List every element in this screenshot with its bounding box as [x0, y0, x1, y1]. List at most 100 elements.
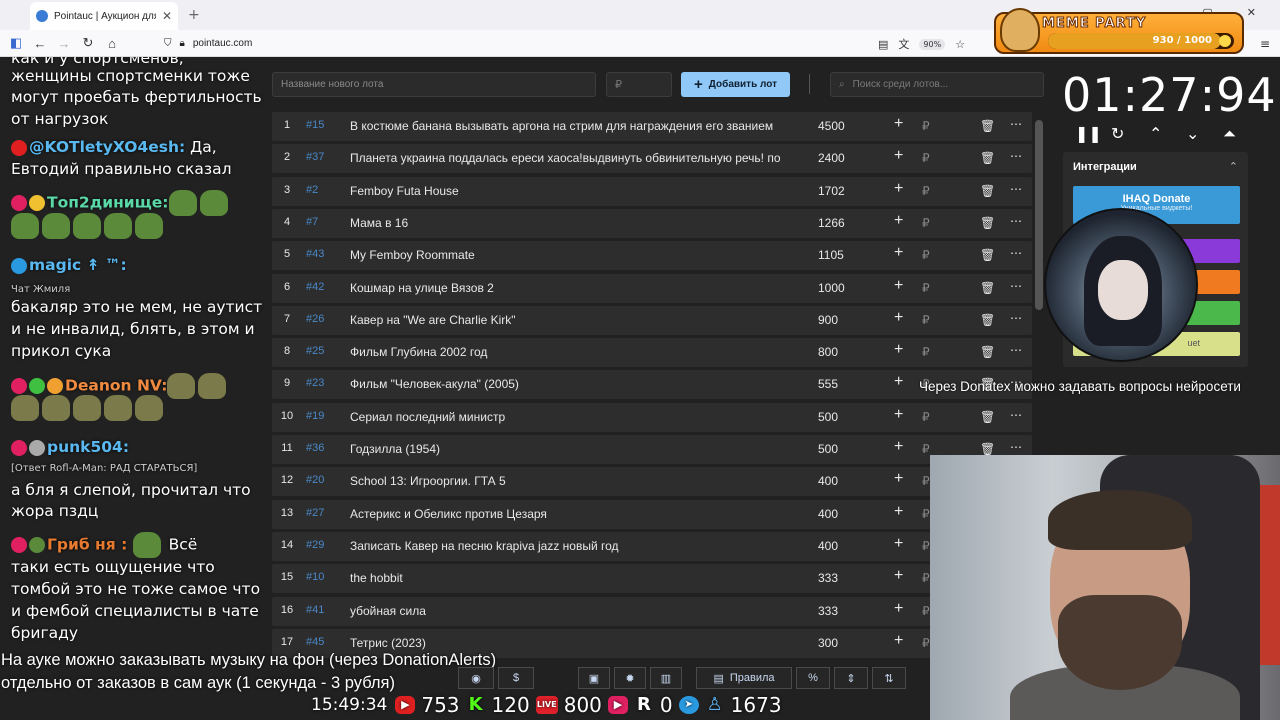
- lot-id[interactable]: #29: [306, 539, 324, 551]
- lot-search-input[interactable]: ⌕ Поиск среди лотов...: [830, 72, 1044, 97]
- chat-nickname[interactable]: Deanon NV:: [65, 377, 167, 395]
- pause-icon[interactable]: ❚❚: [1075, 124, 1102, 143]
- lot-row[interactable]: 11 #36 Годзилла (1954) 500 + ₽ 🗑 ⋯: [272, 435, 1032, 464]
- ruble-icon[interactable]: ₽: [922, 474, 930, 488]
- github-button[interactable]: ◉: [458, 667, 494, 689]
- rules-button[interactable]: ▤ Правила: [696, 667, 792, 689]
- more-options-icon[interactable]: ⋯: [1010, 408, 1022, 422]
- more-options-icon[interactable]: ⋯: [1010, 117, 1022, 131]
- lot-name[interactable]: Фильм Глубина 2002 год: [350, 345, 790, 359]
- trash-icon[interactable]: 🗑: [980, 410, 995, 424]
- lot-name[interactable]: the hobbit: [350, 571, 790, 585]
- save-button[interactable]: ▣: [578, 667, 610, 689]
- lot-amount[interactable]: 900: [818, 313, 838, 327]
- add-amount-icon[interactable]: +: [894, 341, 903, 359]
- chat-nickname[interactable]: Топ2динище:: [47, 194, 169, 212]
- subtract-time-icon[interactable]: ⌄: [1186, 124, 1199, 143]
- add-amount-icon[interactable]: +: [894, 277, 903, 295]
- lot-id[interactable]: #19: [306, 410, 324, 422]
- lot-name[interactable]: убойная сила: [350, 604, 790, 618]
- zoom-level[interactable]: 90%: [919, 38, 946, 50]
- chat-nickname[interactable]: punk504:: [47, 438, 129, 456]
- ruble-icon[interactable]: ₽: [922, 507, 930, 521]
- lot-id[interactable]: #42: [306, 281, 324, 293]
- trash-icon[interactable]: 🗑: [980, 248, 995, 262]
- donate-button[interactable]: $: [498, 667, 534, 689]
- trash-icon[interactable]: 🗑: [980, 345, 995, 359]
- lot-row[interactable]: 12#20School 13: Игрооргии. ГТА 5400+₽🗑⋯: [272, 467, 1032, 497]
- lot-name[interactable]: Астерикс и Обеликс против Цезаря: [350, 507, 790, 521]
- lot-name[interactable]: My Femboy Roommate: [350, 248, 790, 262]
- double-time-icon[interactable]: ⏶: [1223, 124, 1236, 144]
- lot-amount[interactable]: 4500: [818, 119, 845, 133]
- new-tab-icon[interactable]: +: [188, 7, 200, 23]
- new-lot-input[interactable]: Название нового лота: [272, 72, 596, 97]
- ruble-icon[interactable]: ₽: [922, 539, 930, 553]
- add-amount-icon[interactable]: +: [894, 567, 903, 585]
- lot-row[interactable]: 14 #29 Записать Кавер на песню krapiva jaz…: [272, 531, 1032, 561]
- lot-amount[interactable]: 333: [818, 571, 838, 585]
- lot-name[interactable]: Кошмар на улице Вязов 2: [350, 281, 790, 295]
- add-amount-icon[interactable]: +: [894, 309, 903, 327]
- trash-icon[interactable]: 🗑: [980, 119, 995, 133]
- ruble-icon[interactable]: ₽: [922, 248, 930, 262]
- lot-name[interactable]: School 13: Игрооргии. ГТА 5: [350, 474, 790, 488]
- back-icon[interactable]: ←: [28, 36, 52, 51]
- add-amount-icon[interactable]: +: [894, 406, 903, 424]
- trash-icon[interactable]: 🗑: [980, 313, 995, 327]
- lot-name[interactable]: Фильм "Человек-акула" (2005): [350, 377, 790, 391]
- lot-id[interactable]: #25: [306, 345, 324, 357]
- trash-icon[interactable]: 🗑: [980, 216, 995, 230]
- lot-name[interactable]: Тетрис (2023): [350, 636, 790, 650]
- add-amount-icon[interactable]: +: [894, 212, 903, 230]
- ruble-icon[interactable]: ₽: [922, 216, 930, 230]
- lot-row[interactable]: 4 #7 Мама в 16 1266 + ₽ 🗑 ⋯: [272, 208, 1032, 238]
- ruble-icon[interactable]: ₽: [922, 345, 930, 359]
- lot-name[interactable]: Планета украина поддалась ереси хаоса!вы…: [350, 151, 790, 165]
- lot-amount-input[interactable]: ₽: [606, 72, 672, 97]
- lot-row[interactable]: 8 #25 Фильм Глубина 2002 год 800 + ₽ 🗑 ⋯: [272, 338, 1032, 368]
- lot-row[interactable]: 6 #42 Кошмар на улице Вязов 2 1000 + ₽ 🗑 ⋯: [272, 273, 1032, 303]
- lot-id[interactable]: #45: [306, 636, 324, 648]
- ruble-icon[interactable]: ₽: [922, 636, 930, 650]
- lot-id[interactable]: #10: [306, 571, 324, 583]
- percent-button[interactable]: %: [796, 667, 830, 689]
- add-amount-icon[interactable]: +: [894, 470, 903, 488]
- lot-id[interactable]: #36: [306, 442, 324, 454]
- lot-row[interactable]: 10 #19 Сериал последний министр 500 + ₽ 🗑 ⋯: [272, 402, 1032, 432]
- ruble-icon[interactable]: ₽: [922, 151, 930, 165]
- trash-icon[interactable]: 🗑: [980, 281, 995, 295]
- trash-icon[interactable]: 🗑: [980, 184, 995, 198]
- lot-row[interactable]: 13 #27 Астерикс и Обеликс против Цезаря 400…: [272, 499, 1032, 529]
- more-options-icon[interactable]: ⋯: [1010, 149, 1022, 163]
- home-icon[interactable]: ⌂: [100, 36, 124, 51]
- add-amount-icon[interactable]: +: [894, 535, 903, 553]
- ruble-icon[interactable]: ₽: [922, 442, 930, 456]
- reader-view-icon[interactable]: ▤: [878, 38, 888, 51]
- lot-amount[interactable]: 1266: [818, 216, 845, 230]
- chat-nickname[interactable]: magic ↟ ™:: [29, 256, 127, 274]
- more-options-icon[interactable]: ⋯: [1010, 343, 1022, 357]
- menu-icon[interactable]: ≡: [1260, 37, 1270, 51]
- trash-icon[interactable]: 🗑: [980, 442, 995, 456]
- reload-icon[interactable]: ↻: [76, 35, 100, 51]
- forward-icon[interactable]: →: [52, 36, 76, 51]
- lot-id[interactable]: #27: [306, 507, 324, 519]
- lot-amount[interactable]: 400: [818, 539, 838, 553]
- lot-row[interactable]: 9 #23 Фильм "Человек-акула" (2005) 555 + ₽ 🗑 ⋯: [272, 370, 1032, 400]
- add-amount-icon[interactable]: +: [894, 632, 903, 650]
- translate-icon[interactable]: 文: [898, 36, 909, 52]
- lot-amount[interactable]: 1105: [818, 248, 844, 262]
- close-window-icon[interactable]: ✕: [1247, 6, 1256, 19]
- more-options-icon[interactable]: ⋯: [1010, 246, 1022, 260]
- add-amount-icon[interactable]: +: [894, 147, 903, 165]
- lot-amount[interactable]: 555: [818, 377, 838, 391]
- lot-id[interactable]: #2: [306, 184, 318, 196]
- lot-id[interactable]: #7: [306, 216, 318, 228]
- trash-icon[interactable]: 🗑: [980, 151, 995, 165]
- lot-amount[interactable]: 500: [818, 410, 838, 424]
- ruble-icon[interactable]: ₽: [922, 313, 930, 327]
- chat-nickname[interactable]: @KOTletyXO4esh:: [29, 138, 185, 156]
- more-options-icon[interactable]: ⋯: [1010, 182, 1022, 196]
- lot-id[interactable]: #37: [306, 151, 324, 163]
